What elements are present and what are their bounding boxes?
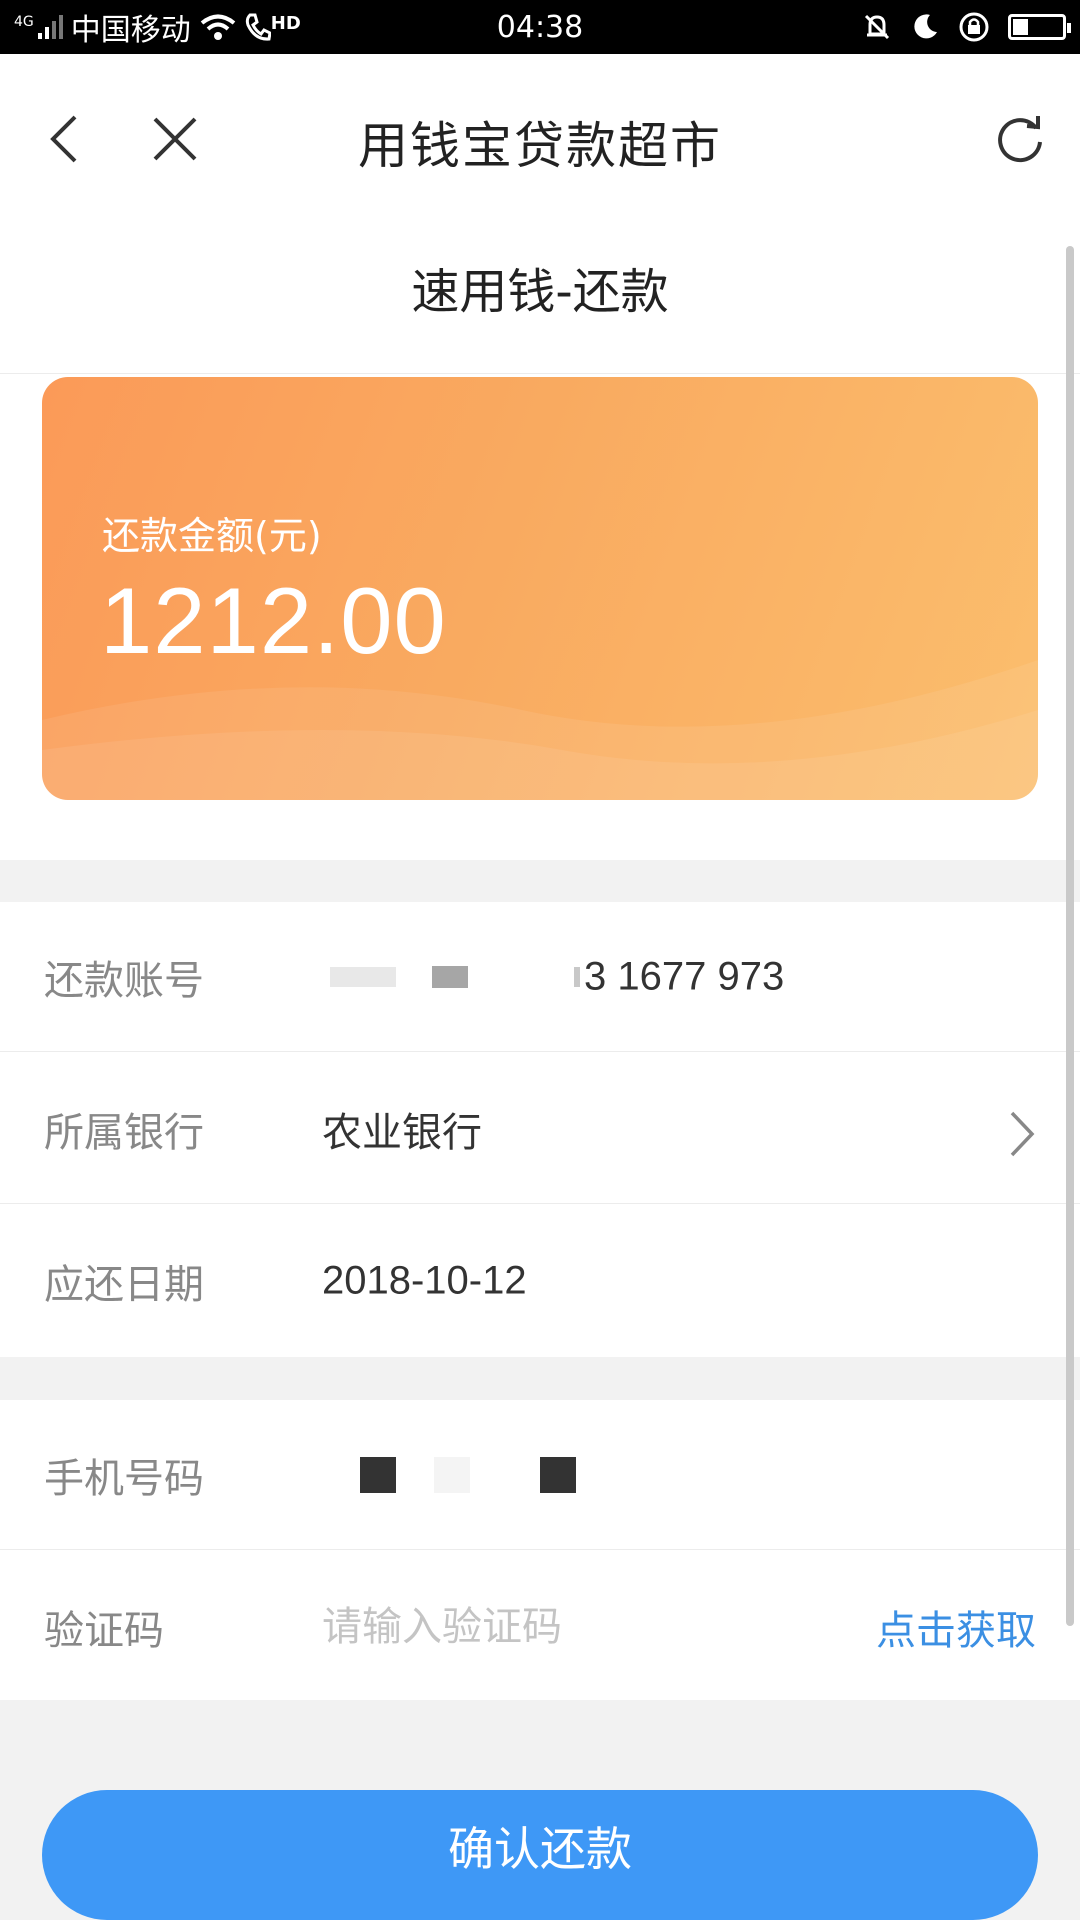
- chevron-right-icon: [1010, 1111, 1035, 1156]
- due-date-row: 应还日期 2018-10-12: [0, 1206, 1080, 1356]
- account-number: 3 1677 973: [584, 954, 785, 998]
- product-subtitle: 速用钱-还款: [411, 264, 669, 320]
- masked-account-digits: [330, 966, 396, 987]
- masked-account-digits: [432, 965, 468, 988]
- masked-phone-digits: [360, 1456, 396, 1493]
- status-bar-left: 4G 中国移动 HD: [14, 5, 301, 49]
- navigation-bar: 用钱宝贷款超市: [0, 54, 1080, 224]
- refresh-icon: [998, 116, 1042, 163]
- subtitle-bar: 速用钱-还款: [0, 224, 1080, 374]
- account-label: 还款账号: [44, 957, 204, 1004]
- rotation-lock-icon: [959, 12, 989, 42]
- code-label: 验证码: [44, 1608, 164, 1654]
- phone-icon: [245, 13, 271, 41]
- due-date-value: 2018-10-12: [322, 1258, 527, 1303]
- status-bar-right: [862, 11, 1071, 43]
- amount-value: 1212.00: [100, 568, 447, 673]
- due-date-label: 应还日期: [44, 1262, 204, 1308]
- bank-label: 所属银行: [44, 1109, 204, 1156]
- battery-fill: [1013, 19, 1029, 35]
- network-type-label: 4G: [14, 14, 34, 30]
- repayment-amount-card: 还款金额(元) 1212.00: [42, 377, 1038, 800]
- bank-value: 农业银行: [322, 1109, 482, 1156]
- battery-icon: [1008, 14, 1071, 40]
- masked-account-digits: [574, 966, 580, 987]
- verification-code-input[interactable]: [322, 1597, 822, 1657]
- amount-label: 还款金额(元): [102, 514, 322, 558]
- wifi-icon: [200, 14, 236, 40]
- carrier-label: 中国移动: [70, 13, 191, 48]
- status-bar: 4G 中国移动 HD 04:38: [0, 0, 1080, 54]
- phone-row: 手机号码: [0, 1400, 1080, 1550]
- hd-badge: HD: [270, 13, 301, 34]
- page-title: 用钱宝贷款超市: [358, 117, 722, 175]
- moon-icon: [914, 14, 937, 39]
- scrollbar[interactable]: [1066, 246, 1074, 1626]
- account-row: 还款账号 3 1677 973: [0, 902, 1080, 1052]
- masked-phone-digits: [434, 1456, 470, 1493]
- mute-bell-icon: [864, 14, 890, 40]
- refresh-button[interactable]: [985, 104, 1055, 174]
- phone-label: 手机号码: [44, 1455, 204, 1502]
- confirm-repayment-button[interactable]: 确认还款: [42, 1790, 1038, 1920]
- masked-phone-digits: [540, 1456, 576, 1493]
- code-row: 验证码 点击获取: [0, 1552, 1080, 1702]
- amount-card-section: 还款金额(元) 1212.00: [0, 374, 1080, 860]
- bank-row[interactable]: 所属银行 农业银行: [0, 1054, 1080, 1204]
- signal-icon: [37, 15, 63, 39]
- get-code-button[interactable]: 点击获取: [876, 1598, 1036, 1656]
- verification-group: 手机号码 验证码 点击获取: [0, 1400, 1080, 1700]
- repayment-info-group: 还款账号 3 1677 973 所属银行 农业银行 应还日期 2018-10-1…: [0, 902, 1080, 1357]
